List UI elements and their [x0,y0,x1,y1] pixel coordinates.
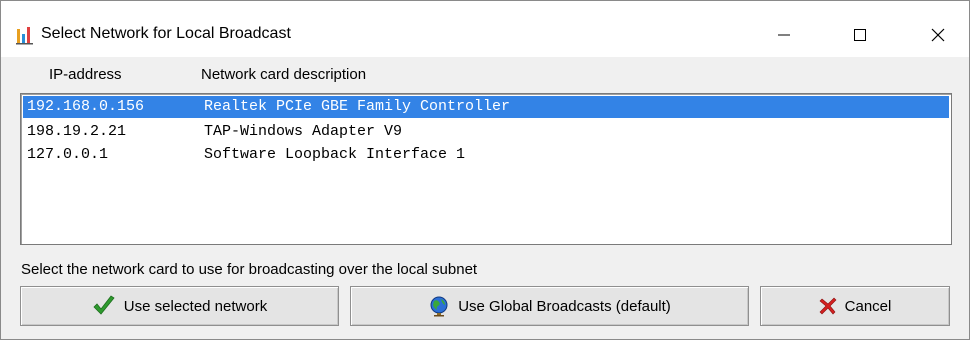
list-item[interactable]: 192.168.0.156 Realtek PCIe GBE Family Co… [23,96,949,118]
list-item[interactable]: 127.0.0.1 Software Loopback Interface 1 [23,144,949,166]
list-item-ip: 198.19.2.21 [27,123,127,140]
list-item-description: Software Loopback Interface 1 [204,146,466,163]
close-button[interactable] [915,15,961,55]
use-selected-network-button[interactable]: Use selected network [20,286,339,326]
minimize-button[interactable] [761,15,807,55]
chart-bars-icon [15,25,35,45]
window-title: Select Network for Local Broadcast [41,25,291,42]
title-bar[interactable]: Select Network for Local Broadcast [1,1,969,57]
red-x-icon [819,297,837,315]
column-header-ip[interactable]: IP-address [49,65,122,85]
maximize-icon [853,28,867,42]
list-item-ip: 192.168.0.156 [27,98,145,115]
checkmark-icon [92,295,116,317]
use-selected-network-label: Use selected network [123,297,268,315]
minimize-icon [777,28,791,42]
hint-label: Select the network card to use for broad… [21,261,478,278]
list-item[interactable]: 198.19.2.21 TAP-Windows Adapter V9 [23,121,949,143]
list-item-description: TAP-Windows Adapter V9 [204,123,403,140]
network-listbox[interactable]: 192.168.0.156 Realtek PCIe GBE Family Co… [20,93,952,245]
dialog-window: Select Network for Local Broadcast IP-ad… [0,0,970,340]
cancel-label: Cancel [844,297,892,315]
globe-icon [428,295,450,317]
use-global-broadcasts-label: Use Global Broadcasts (default) [458,297,671,315]
list-item-ip: 127.0.0.1 [27,146,109,163]
column-header-description[interactable]: Network card description [201,65,366,85]
close-icon [931,28,945,42]
list-item-description: Realtek PCIe GBE Family Controller [204,98,511,115]
maximize-button[interactable] [837,15,883,55]
use-global-broadcasts-button[interactable]: Use Global Broadcasts (default) [350,286,749,326]
cancel-button[interactable]: Cancel [760,286,950,326]
